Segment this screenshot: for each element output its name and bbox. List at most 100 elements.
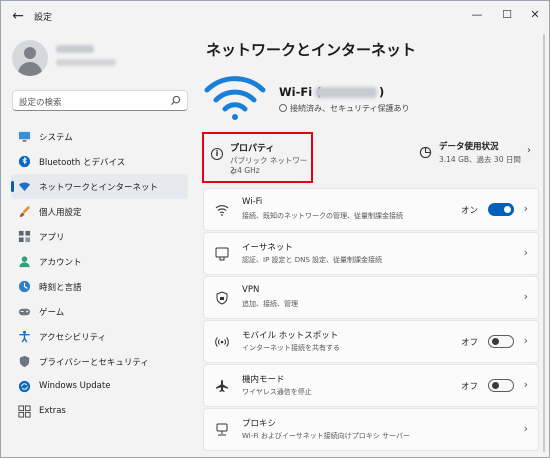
sidebar-item-label: Extras (39, 406, 66, 416)
sidebar-item-gaming[interactable]: ゲーム (11, 299, 188, 324)
toggle-state-label: オフ (460, 382, 478, 392)
chevron-right-icon: › (523, 378, 528, 391)
chevron-right-icon: › (523, 334, 528, 347)
avatar[interactable] (12, 40, 48, 76)
row-title: プロキシ (242, 419, 277, 429)
row-vpn[interactable]: VPN 追加、接続、管理 › (203, 276, 539, 319)
minimize-icon: — (471, 8, 483, 21)
airplane-icon (216, 380, 228, 392)
network-name-end: ) (379, 85, 385, 99)
row-title: モバイル ホットスポット (242, 331, 339, 341)
sidebar-item-accounts[interactable]: アカウント (11, 249, 188, 274)
sidebar-item-label: Windows Update (39, 381, 111, 391)
row-title: イーサネット (242, 243, 293, 253)
apps-icon (18, 230, 31, 243)
sidebar-item-system[interactable]: システム (11, 124, 188, 149)
sidebar-item-windows-update[interactable]: Windows Update (11, 374, 188, 399)
sidebar-item-label: アクセシビリティ (39, 333, 107, 343)
title-bar: ← 設定 — ☐ ✕ (1, 1, 549, 31)
toggle-state-label: オン (460, 206, 478, 216)
hotspot-toggle[interactable] (488, 335, 514, 348)
sidebar-item-bluetooth[interactable]: Bluetooth とデバイス (11, 149, 188, 174)
row-subtitle: インターネット接続を共有する (242, 344, 340, 352)
scrollbar[interactable] (543, 34, 546, 452)
row-subtitle: 認証、IP 設定と DNS 設定、従量制課金接続 (242, 256, 383, 264)
sidebar-item-label: アカウント (39, 258, 82, 268)
system-icon (18, 131, 31, 142)
wifi-large-icon (204, 76, 266, 120)
row-subtitle: 接続、既知のネットワークの管理、従量制課金接続 (242, 212, 403, 220)
toggle-state-label: オフ (460, 338, 478, 348)
row-proxy[interactable]: プロキシ Wi-Fi およびイーサネット接続向けプロキシ サーバー › (203, 408, 539, 451)
search-input[interactable]: 設定の検索 (12, 90, 188, 111)
row-title: 機内モード (242, 375, 285, 385)
wifi-icon (215, 205, 229, 216)
pie-chart-icon (419, 146, 432, 159)
network-icon (18, 182, 31, 192)
properties-card[interactable]: i プロパティ パブリック ネットワーク 2.4 GHz (202, 132, 313, 183)
data-usage-title: データ使用状況 (439, 142, 499, 152)
page-title: ネットワークとインターネット (206, 41, 417, 59)
sidebar-item-extras[interactable]: Extras (11, 399, 188, 424)
chevron-right-icon: › (523, 422, 528, 435)
sidebar-item-label: ネットワークとインターネット (39, 183, 159, 193)
row-airplane-mode[interactable]: 機内モード ワイヤレス通信を停止 オフ › (203, 364, 539, 407)
row-wifi[interactable]: Wi-Fi 接続、既知のネットワークの管理、従量制課金接続 オン › (203, 188, 539, 231)
properties-band: 2.4 GHz (230, 166, 260, 175)
settings-window: ← 設定 — ☐ ✕ 設定の検索 システム Bluetooth とデバイス ネッ… (0, 0, 550, 458)
network-status-text: 接続済み、セキュリティ保護あり (290, 104, 410, 113)
app-title: 設定 (34, 13, 53, 23)
row-mobile-hotspot[interactable]: モバイル ホットスポット インターネット接続を共有する オフ › (203, 320, 539, 363)
chevron-right-icon: › (523, 290, 528, 303)
shield-icon (19, 355, 30, 368)
globe-clock-icon (18, 280, 31, 293)
sidebar-item-apps[interactable]: アプリ (11, 224, 188, 249)
info-icon: i (211, 148, 223, 160)
row-subtitle: Wi-Fi およびイーサネット接続向けプロキシ サーバー (242, 432, 410, 440)
chevron-right-icon: › (527, 145, 531, 156)
brush-icon (19, 205, 31, 218)
update-icon (18, 380, 31, 393)
close-button[interactable]: ✕ (522, 5, 548, 25)
sidebar-item-label: 時刻と言語 (39, 283, 82, 293)
airplane-mode-toggle[interactable] (488, 379, 514, 392)
maximize-icon: ☐ (502, 8, 512, 21)
back-button[interactable]: ← (7, 6, 29, 26)
sidebar-item-privacy[interactable]: プライバシーとセキュリティ (11, 349, 188, 374)
data-usage-subtitle: 3.14 GB、過去 30 日間 (439, 155, 521, 164)
row-subtitle: 追加、接続、管理 (242, 300, 298, 308)
sidebar-item-label: アプリ (39, 233, 65, 243)
search-placeholder: 設定の検索 (19, 98, 62, 108)
proxy-icon (216, 423, 228, 436)
sidebar-item-label: システム (39, 133, 73, 143)
chevron-right-icon: › (523, 202, 528, 215)
sidebar-item-time-language[interactable]: 時刻と言語 (11, 274, 188, 299)
close-icon: ✕ (530, 8, 540, 21)
globe-icon (279, 104, 287, 112)
arrow-left-icon: ← (12, 8, 24, 24)
user-email-redacted (56, 59, 116, 66)
chevron-right-icon: › (523, 246, 528, 259)
hotspot-icon (215, 337, 229, 347)
sidebar-item-network[interactable]: ネットワークとインターネット (11, 174, 188, 199)
sidebar-nav: システム Bluetooth とデバイス ネットワークとインターネット 個人用設… (11, 124, 188, 424)
extras-icon (18, 405, 31, 418)
ethernet-icon (215, 247, 229, 261)
accessibility-icon (19, 330, 30, 343)
network-status: 接続済み、セキュリティ保護あり (279, 103, 410, 114)
bluetooth-icon (18, 155, 31, 168)
sidebar-item-label: 個人用設定 (39, 208, 82, 218)
row-title: VPN (242, 285, 260, 295)
data-usage-card[interactable]: データ使用状況 3.14 GB、過去 30 日間 › (415, 137, 535, 177)
wifi-toggle[interactable] (488, 203, 514, 216)
ssid-redacted (315, 87, 377, 98)
sidebar-item-accessibility[interactable]: アクセシビリティ (11, 324, 188, 349)
maximize-button[interactable]: ☐ (494, 5, 520, 25)
minimize-button[interactable]: — (464, 5, 490, 25)
row-subtitle: ワイヤレス通信を停止 (242, 388, 312, 396)
sidebar-item-personalization[interactable]: 個人用設定 (11, 199, 188, 224)
row-ethernet[interactable]: イーサネット 認証、IP 設定と DNS 設定、従量制課金接続 › (203, 232, 539, 275)
account-icon (19, 256, 30, 268)
sidebar-item-label: プライバシーとセキュリティ (39, 358, 149, 368)
settings-list: Wi-Fi 接続、既知のネットワークの管理、従量制課金接続 オン › イーサネッ… (203, 188, 539, 452)
